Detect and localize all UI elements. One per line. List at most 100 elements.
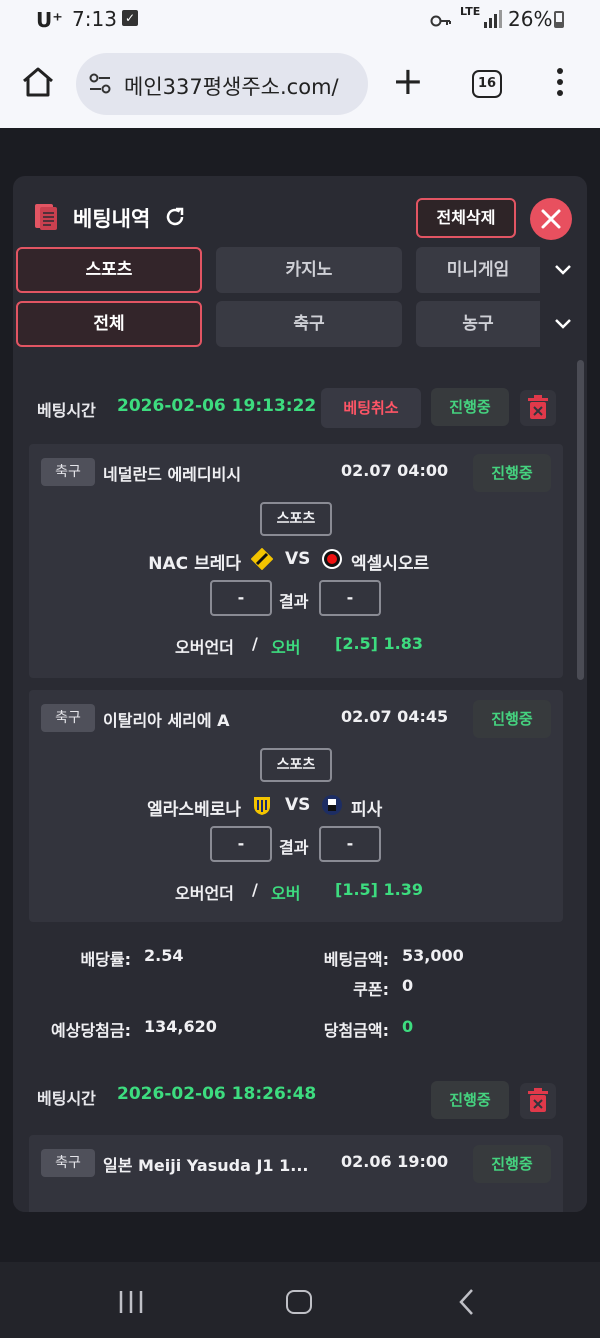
bet-amount-value: 53,000 [402, 946, 464, 965]
sport-tag: 축구 [41, 704, 95, 732]
document-icon [35, 204, 57, 230]
match-card: 축구 이탈리아 세리에 A 02.07 04:45 진행중 스포츠 엘라스베로나… [29, 690, 563, 922]
pick-type: 오버언더 [175, 884, 234, 903]
category-tabs: 스포츠 카지노 미니게임 [16, 247, 587, 295]
more-menu-icon[interactable] [555, 68, 565, 100]
result-label: 결과 [279, 838, 309, 857]
away-team-logo [322, 795, 342, 815]
sport-filter-tabs: 전체 축구 농구 [16, 301, 587, 349]
category-tag: 스포츠 [260, 502, 332, 536]
bet-summary: 배당률: 2.54 베팅금액: 53,000 쿠폰: 0 예상당첨금: 134,… [13, 932, 573, 1042]
odds-rate-value: 2.54 [144, 946, 184, 965]
home-score: - [210, 826, 272, 862]
home-icon[interactable] [20, 64, 56, 100]
pick-odds: [2.5] 1.83 [335, 634, 424, 653]
bet-time-label: 베팅시간 [37, 401, 96, 420]
home-score: - [210, 580, 272, 616]
checkbox-notification-icon: ✓ [122, 10, 138, 26]
battery-icon [554, 11, 564, 28]
new-tab-icon[interactable]: + [392, 62, 424, 100]
delete-bet-button[interactable] [520, 1083, 556, 1119]
bet-time-value: 2026-02-06 19:13:22 [117, 396, 317, 416]
league-name: 이탈리아 세리에 A [103, 711, 230, 730]
delete-bet-button[interactable] [520, 390, 556, 426]
chevron-down-icon[interactable] [553, 259, 573, 279]
vs-label: VS [285, 795, 311, 815]
vs-label: VS [285, 549, 311, 569]
home-team: 엘라스베로나 [147, 800, 241, 820]
address-bar[interactable]: 메인337평생주소.com/ [76, 53, 368, 115]
match-status-badge: 진행중 [473, 700, 551, 738]
battery-percent: 26% [508, 7, 553, 31]
recent-apps-icon[interactable] [117, 1290, 145, 1314]
browser-toolbar: 메인337평생주소.com/ + 16 [0, 42, 600, 128]
home-team-logo [251, 548, 273, 570]
odds-rate-label: 배당률: [80, 950, 131, 969]
result-label: 결과 [279, 592, 309, 611]
bet-amount-label: 베팅금액: [323, 950, 389, 969]
expected-win-label: 예상당첨금: [51, 1021, 131, 1040]
pick-type: 오버언더 [175, 638, 234, 657]
site-settings-icon[interactable] [88, 73, 112, 95]
url-text: 메인337평생주소.com/ [124, 75, 339, 99]
tab-switcher-button[interactable]: 16 [472, 70, 502, 98]
away-score: - [319, 826, 381, 862]
category-tag: 스포츠 [260, 748, 332, 782]
status-badge: 진행중 [431, 388, 509, 426]
teams-row: NAC 브레다 VS 엑셀시오르 [29, 546, 563, 574]
tab-soccer[interactable]: 축구 [216, 301, 402, 347]
tab-all[interactable]: 전체 [16, 301, 202, 347]
tab-casino[interactable]: 카지노 [216, 247, 402, 293]
pick-choice: 오버 [271, 638, 301, 657]
win-amount-label: 당첨금액: [323, 1021, 389, 1040]
delete-all-button[interactable]: 전체삭제 [416, 198, 516, 238]
status-badge: 진행중 [431, 1081, 509, 1119]
expected-win-value: 134,620 [144, 1017, 217, 1036]
sport-tag: 축구 [41, 1149, 95, 1177]
refresh-icon[interactable] [163, 205, 187, 229]
home-team-logo [254, 797, 270, 815]
match-date: 02.07 04:00 [341, 461, 449, 480]
away-team: 피사 [351, 800, 383, 820]
teams-row: 엘라스베로나 VS 피사 [29, 792, 563, 820]
trash-icon [528, 1088, 548, 1112]
away-team-logo [322, 549, 342, 569]
close-icon [541, 209, 561, 229]
web-page: 베팅내역 전체삭제 스포츠 카지노 미니게임 전체 축구 농구 베팅시간 202… [0, 128, 600, 1262]
scrollbar[interactable] [577, 360, 584, 680]
league-name: 일본 Meiji Yasuda J1 1... [103, 1156, 309, 1175]
back-icon[interactable] [456, 1288, 478, 1316]
chevron-down-icon[interactable] [553, 313, 573, 333]
bet-header: 베팅시간 2026-02-06 19:13:22 베팅취소 진행중 [13, 384, 573, 430]
bet-time-value: 2026-02-06 18:26:48 [117, 1084, 317, 1104]
match-status-badge: 진행중 [473, 454, 551, 492]
trash-icon [528, 395, 548, 419]
tab-minigame[interactable]: 미니게임 [416, 247, 540, 293]
coupon-value: 0 [402, 976, 414, 995]
bet-header: 베팅시간 2026-02-06 18:26:48 진행중 [13, 1072, 573, 1119]
pick-row: 오버언더 / 오버 [1.5] 1.39 [29, 878, 563, 903]
tab-basketball[interactable]: 농구 [416, 301, 540, 347]
sport-tag: 축구 [41, 458, 95, 486]
network-type: LTE [460, 5, 481, 18]
page-title: 베팅내역 [73, 207, 151, 231]
pick-separator: / [252, 634, 258, 653]
home-team: NAC 브레다 [148, 554, 241, 574]
score-row: - 결과 - [29, 826, 563, 864]
close-button[interactable] [530, 198, 572, 240]
carrier-label: U⁺ [36, 8, 63, 32]
clock: 7:13 [72, 7, 117, 31]
pick-choice: 오버 [271, 884, 301, 903]
pick-separator: / [252, 880, 258, 899]
coupon-label: 쿠폰: [353, 980, 389, 999]
signal-icon [484, 10, 502, 28]
status-bar: U⁺ 7:13 ✓ LTE 26% [0, 0, 600, 42]
panel-header: 베팅내역 전체삭제 [13, 176, 587, 256]
home-button-icon[interactable] [286, 1290, 312, 1314]
tab-sports[interactable]: 스포츠 [16, 247, 202, 293]
win-amount-value: 0 [402, 1017, 414, 1036]
score-row: - 결과 - [29, 580, 563, 618]
system-nav-bar [0, 1262, 600, 1338]
match-card: 축구 네덜란드 에레디비시 02.07 04:00 진행중 스포츠 NAC 브레… [29, 444, 563, 678]
cancel-bet-button[interactable]: 베팅취소 [321, 388, 421, 428]
